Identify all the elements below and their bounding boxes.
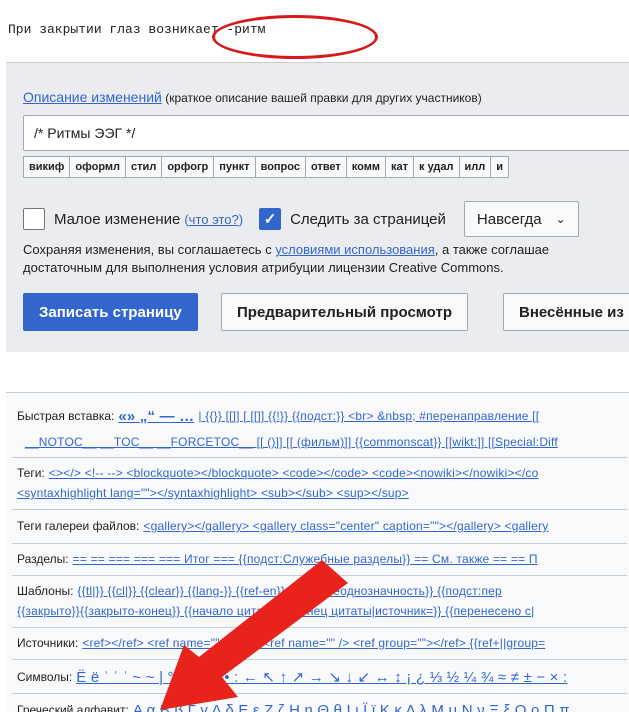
minor-edit-help-link[interactable]: что это? — [189, 212, 239, 227]
tags-row-2: <syntaxhighlight lang=""></syntaxhighlig… — [17, 481, 628, 505]
summary-shortcut-button[interactable]: и — [490, 156, 510, 178]
divider — [12, 575, 627, 576]
gallery-items[interactable]: <gallery></gallery> <gallery class="cent… — [143, 519, 548, 533]
quick-insert-rest[interactable]: | {{}} [[]] [ [[]] {{!}} {{подст:}} <br>… — [198, 409, 539, 423]
watch-checkbox[interactable]: ✓ — [259, 208, 282, 230]
summary-shortcuts: викиф оформл стил орфогр пункт вопрос ответ ком… — [23, 156, 510, 178]
save-page-button[interactable]: Записать страницу — [23, 293, 198, 331]
chevron-down-icon: ⌄ — [555, 212, 566, 226]
summary-label: Описание изменений (краткое описание ваш… — [23, 89, 482, 105]
templates-items[interactable]: {{tl|}} {{cl|}} {{clear}} {{lang-}} {{re… — [77, 584, 501, 598]
greek-row: Греческий алфавит: Α α Β β Γ γ Δ δ Ε ε Ζ… — [17, 698, 628, 712]
minor-help-paren-close: ) — [238, 211, 244, 227]
quick-insert-label: Быстрая вставка: — [17, 409, 115, 423]
watch-period-value: Навсегда — [476, 210, 542, 228]
magic-words-items[interactable]: __NOTOC__ __TOC__ __FORCETOC__ [[ ()]] [… — [25, 435, 558, 449]
sections-row: Разделы: == == === === === Итог === {{по… — [17, 547, 628, 571]
preview-button[interactable]: Предварительный просмотр — [221, 293, 468, 331]
terms-of-use-link[interactable]: условиями использования — [275, 242, 434, 257]
templates-items-2[interactable]: {{закрыто}}{{закрыто-конец}} {{начало ци… — [17, 604, 534, 618]
terms-line1-post: , а также соглашае — [434, 242, 550, 257]
greek-label: Греческий алфавит: — [17, 703, 129, 712]
tags-items-2[interactable]: <syntaxhighlight lang=""></syntaxhighlig… — [17, 486, 409, 500]
show-changes-button[interactable]: Внесённые из — [503, 293, 629, 331]
summary-input[interactable]: /* Ритмы ЭЭГ */ — [23, 115, 629, 151]
magic-words-row: __NOTOC__ __TOC__ __FORCETOC__ [[ ()]] [… — [17, 430, 628, 454]
minor-edit-checkbox[interactable] — [23, 208, 45, 230]
summary-shortcut-button[interactable]: орфогр — [161, 156, 215, 178]
editor-text-area[interactable]: При закрытии глаз возникает -ритм — [0, 0, 629, 62]
tags-items[interactable]: <></> <!-- --> <blockquote></blockquote>… — [49, 466, 539, 480]
divider — [12, 659, 627, 660]
greek-items[interactable]: Α α Β β Γ γ Δ δ Ε ε Ζ ζ Η η Θ θ Ι ι Ϊ ϊ … — [133, 702, 570, 712]
special-characters-panel: Быстрая вставка: «» „“ — … | {{}} [[]] [… — [6, 392, 629, 712]
summary-hint: (краткое описание вашей правки для други… — [161, 91, 482, 105]
gallery-label: Теги галереи файлов: — [17, 519, 140, 533]
summary-shortcut-button[interactable]: викиф — [23, 156, 71, 178]
summary-shortcut-button[interactable]: илл — [458, 156, 492, 178]
quick-insert-items[interactable]: «» „“ — … — [118, 408, 194, 425]
symbols-label: Символы: — [17, 670, 73, 684]
terms-text: Сохраняя изменения, вы соглашаетесь с ус… — [23, 241, 629, 277]
terms-line2: достаточным для выполнения условия атриб… — [23, 260, 504, 275]
summary-shortcut-button[interactable]: к удал — [413, 156, 460, 178]
watch-label: Следить за страницей — [290, 210, 446, 228]
summary-shortcut-button[interactable]: стил — [125, 156, 163, 178]
divider — [12, 627, 627, 628]
sources-items[interactable]: <ref></ref> <ref name=""></ref> <ref nam… — [82, 636, 545, 650]
summary-shortcut-button[interactable]: пункт — [213, 156, 256, 178]
divider — [12, 457, 627, 458]
sources-row: Источники: <ref></ref> <ref name=""></re… — [17, 631, 628, 655]
gallery-row: Теги галереи файлов: <gallery></gallery>… — [17, 514, 628, 538]
summary-shortcut-button[interactable]: вопрос — [254, 156, 306, 178]
watch-period-dropdown[interactable]: Навсегда ⌄ — [463, 201, 579, 237]
quick-insert-row: Быстрая вставка: «» „“ — … | {{}} [[]] [… — [17, 404, 628, 428]
sections-label: Разделы: — [17, 552, 69, 566]
edit-options-panel: Описание изменений (краткое описание ваш… — [6, 62, 629, 352]
templates-row-2: {{закрыто}}{{закрыто-конец}} {{начало ци… — [17, 599, 628, 623]
edit-options-row: Малое изменение (что это?) ✓ Следить за … — [23, 201, 579, 237]
tags-label: Теги: — [17, 466, 45, 480]
summary-shortcut-button[interactable]: комм — [345, 156, 387, 178]
divider — [12, 543, 627, 544]
summary-shortcut-button[interactable]: оформл — [69, 156, 127, 178]
templates-label: Шаблоны: — [17, 584, 74, 598]
sections-items[interactable]: == == === === === Итог === {{подст:Служе… — [73, 552, 538, 566]
divider — [12, 693, 627, 694]
divider — [12, 509, 627, 510]
highlight-ellipse — [212, 15, 378, 59]
summary-shortcut-button[interactable]: ответ — [304, 156, 347, 178]
symbols-items[interactable]: Ё ё ˈ ˈ ˈ ~ ~ | ° § ¶ № • : ← ↖ ↑ ↗ → ↘ … — [76, 668, 567, 686]
screenshot-root: При закрытии глаз возникает -ритм Описан… — [0, 0, 629, 712]
terms-line1-pre: Сохраняя изменения, вы соглашаетесь с — [23, 242, 276, 257]
minor-edit-label: Малое изменение — [54, 210, 181, 228]
summary-help-link[interactable]: Описание изменений — [23, 89, 162, 105]
sources-label: Источники: — [17, 636, 79, 650]
symbols-row: Символы: Ё ё ˈ ˈ ˈ ~ ~ | ° § ¶ № • : ← ↖… — [17, 665, 628, 689]
summary-shortcut-button[interactable]: кат — [385, 156, 415, 178]
